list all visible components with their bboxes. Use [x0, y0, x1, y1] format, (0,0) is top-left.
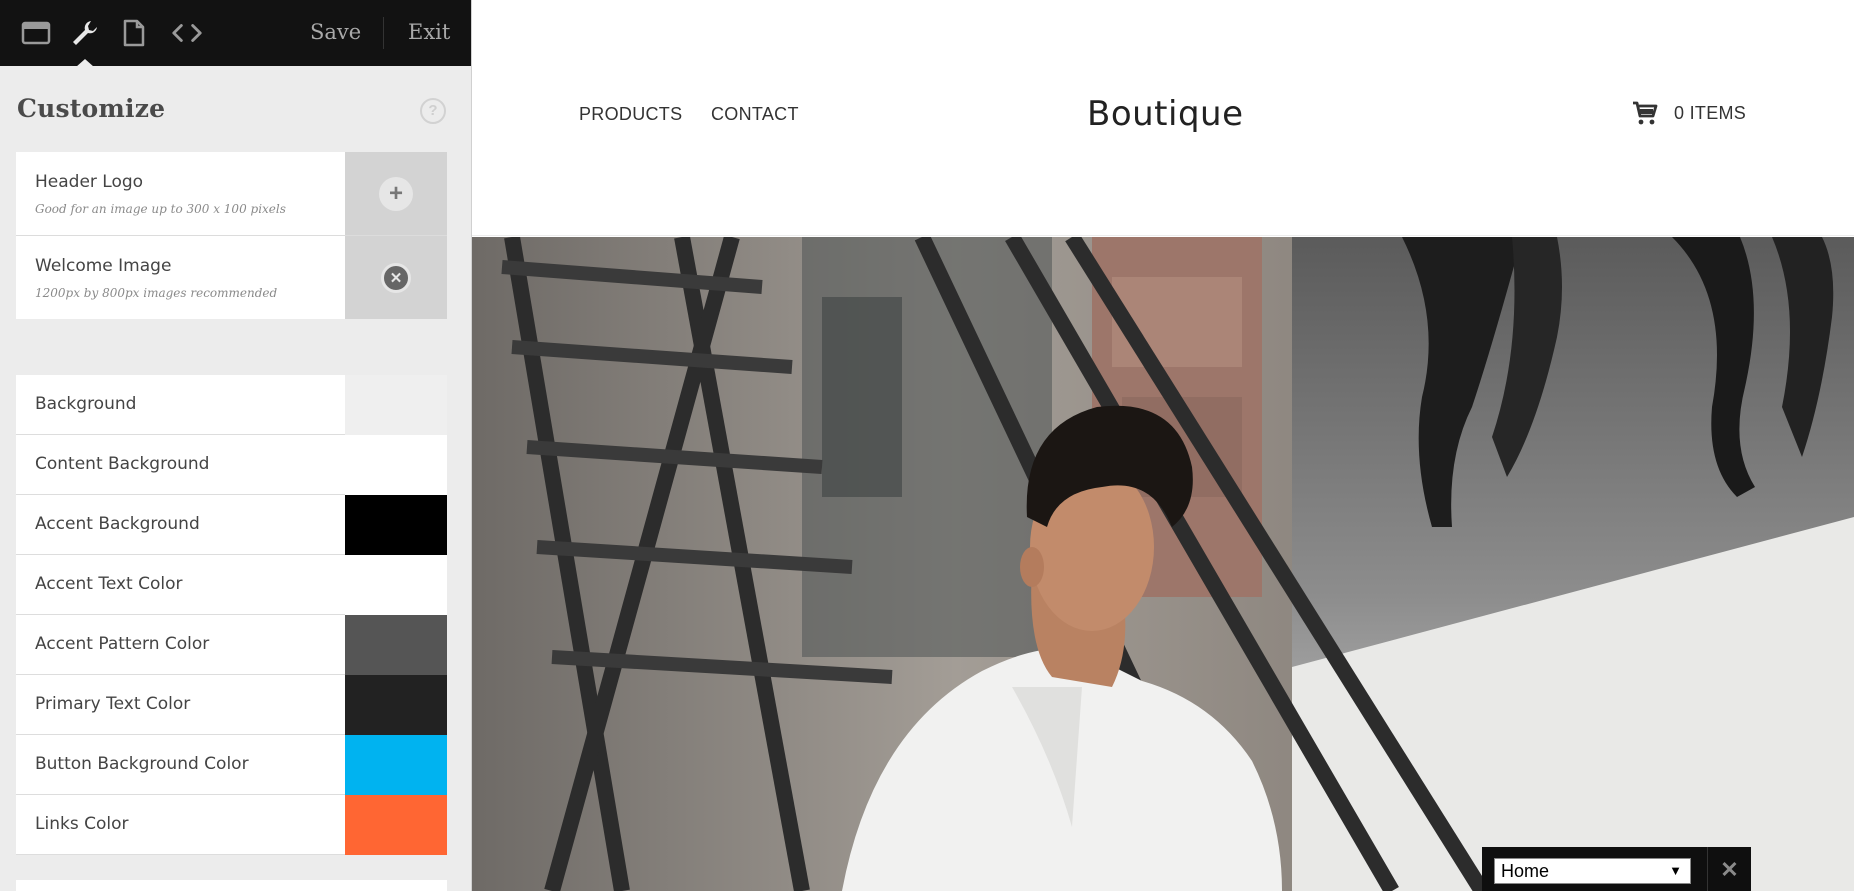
header-logo-setting: Header Logo Good for an image up to 300 …: [16, 152, 447, 235]
color-setting-label: Background: [35, 394, 137, 414]
page-select[interactable]: Home ▼: [1494, 858, 1691, 884]
color-setting-label: Button Background Color: [35, 754, 249, 774]
color-swatch[interactable]: [345, 495, 447, 555]
color-swatch[interactable]: [345, 675, 447, 735]
wrench-icon[interactable]: [68, 16, 102, 50]
color-setting-label: Content Background: [35, 454, 210, 474]
color-swatch[interactable]: [345, 795, 447, 855]
exit-button[interactable]: Exit: [408, 0, 450, 66]
welcome-image: [472, 237, 1854, 891]
code-icon[interactable]: [170, 16, 204, 50]
color-setting-accent-background[interactable]: Accent Background: [16, 495, 447, 555]
plus-icon: +: [379, 176, 413, 211]
welcome-image-setting: Welcome Image 1200px by 800px images rec…: [16, 236, 447, 319]
active-tool-pointer: [76, 59, 94, 67]
color-swatch[interactable]: [345, 615, 447, 675]
color-setting-label: Accent Pattern Color: [35, 634, 210, 654]
color-settings-list: Background Content Background Accent Bac…: [16, 375, 447, 855]
add-header-logo-button[interactable]: +: [345, 152, 447, 235]
site-preview: PRODUCTS CONTACT Boutique 0 ITEMS: [472, 0, 1854, 891]
color-setting-content-background[interactable]: Content Background: [16, 435, 447, 495]
close-icon: ✕: [381, 262, 411, 293]
color-setting-links[interactable]: Links Color: [16, 795, 447, 855]
save-button[interactable]: Save: [310, 0, 361, 66]
close-page-switcher-button[interactable]: ✕: [1707, 847, 1751, 891]
color-setting-label: Accent Text Color: [35, 574, 183, 594]
header-logo-title: Header Logo: [35, 172, 144, 192]
welcome-image-title: Welcome Image: [35, 256, 172, 276]
site-brand[interactable]: Boutique: [1087, 94, 1244, 134]
color-setting-label: Accent Background: [35, 514, 200, 534]
site-header: PRODUCTS CONTACT Boutique 0 ITEMS: [472, 0, 1854, 236]
color-swatch[interactable]: [345, 555, 447, 615]
page-select-value: Home: [1501, 861, 1550, 881]
color-setting-button-background[interactable]: Button Background Color: [16, 735, 447, 795]
header-logo-hint: Good for an image up to 300 x 100 pixels: [35, 202, 286, 216]
color-setting-accent-text[interactable]: Accent Text Color: [16, 555, 447, 615]
color-setting-accent-pattern[interactable]: Accent Pattern Color: [16, 615, 447, 675]
color-setting-primary-text[interactable]: Primary Text Color: [16, 675, 447, 735]
welcome-image-hint: 1200px by 800px images recommended: [35, 286, 278, 300]
page-icon[interactable]: [117, 16, 151, 50]
nav-products-link[interactable]: PRODUCTS: [579, 104, 682, 125]
cart-link[interactable]: 0 ITEMS: [1632, 100, 1746, 126]
color-setting-label: Primary Text Color: [35, 694, 191, 714]
page-switcher-bar: Home ▼ ✕: [1482, 847, 1751, 891]
color-swatch[interactable]: [345, 375, 447, 435]
color-swatch[interactable]: [345, 435, 447, 495]
color-setting-background[interactable]: Background: [16, 375, 447, 435]
panel-title: Customize: [17, 94, 166, 123]
customize-panel: Save Exit Customize ? Header Logo Good f…: [0, 0, 472, 891]
color-setting-label: Links Color: [35, 814, 129, 834]
remove-welcome-image-button[interactable]: ✕: [345, 236, 447, 319]
next-setting-card[interactable]: [16, 880, 447, 891]
help-icon[interactable]: ?: [420, 98, 446, 124]
nav-contact-link[interactable]: CONTACT: [711, 104, 799, 125]
window-icon[interactable]: [19, 16, 53, 50]
toolbar-divider: [383, 17, 384, 49]
editor-toolbar: Save Exit: [0, 0, 471, 67]
cart-count: 0 ITEMS: [1674, 102, 1747, 123]
cart-icon: [1633, 101, 1658, 125]
color-swatch[interactable]: [345, 735, 447, 795]
dropdown-arrow-icon: ▼: [1669, 863, 1682, 878]
